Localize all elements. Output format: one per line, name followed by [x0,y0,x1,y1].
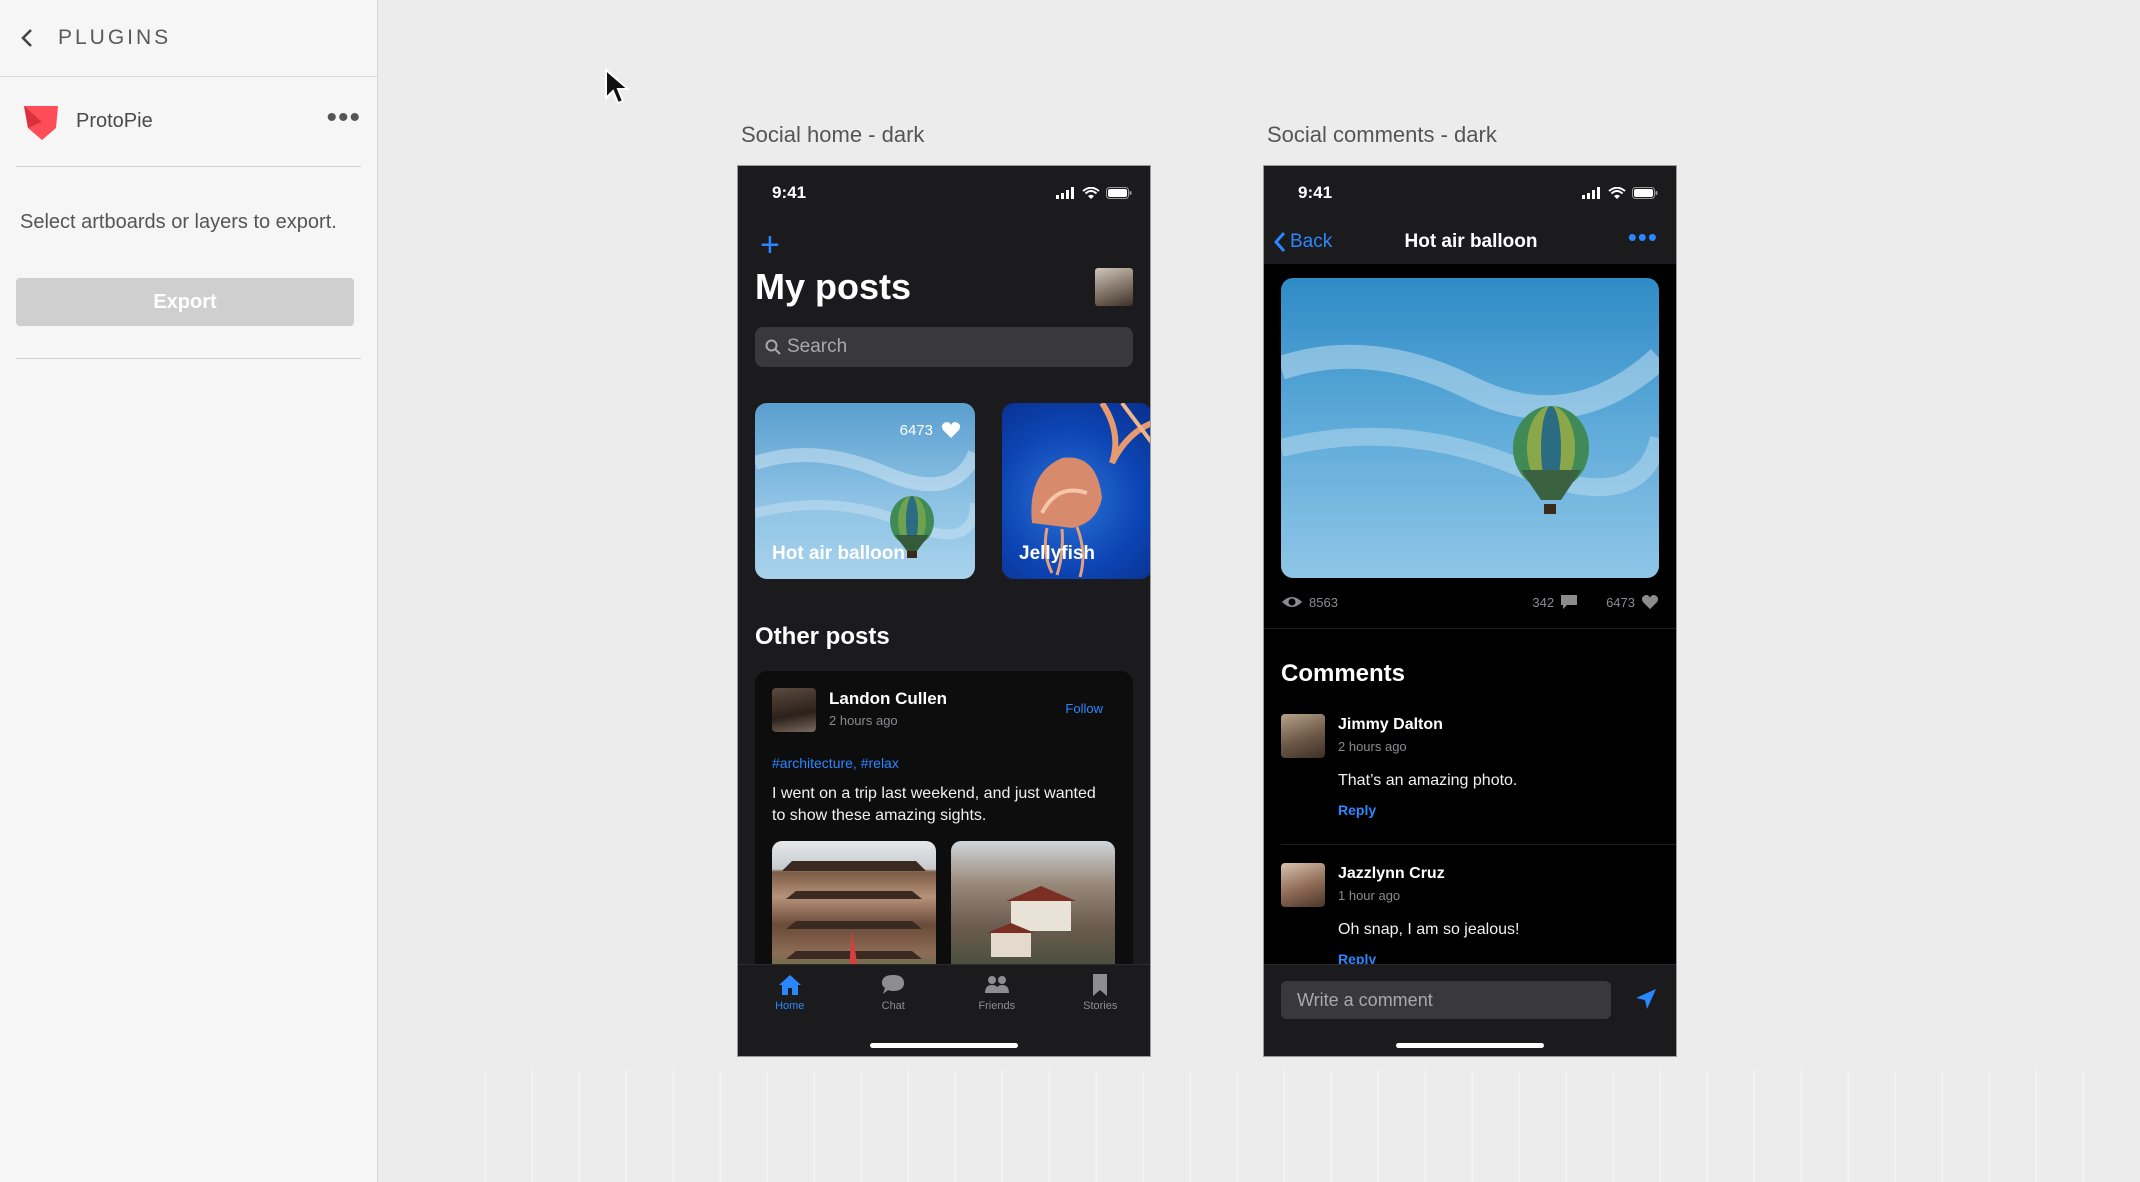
reply-button[interactable]: Reply [1338,802,1376,818]
post-image-monastery[interactable] [951,841,1115,981]
tab-label: Stories [1083,1000,1118,1012]
monastery-photo [987,886,1076,957]
comment-author[interactable]: Jazzlynn Cruz [1338,865,1445,883]
views-stat: 8563 [1281,595,1338,610]
home-indicator [870,1043,1018,1048]
tab-label: Friends [978,1000,1016,1012]
post-tags[interactable]: #architecture, #relax [772,755,899,771]
protopie-logo-icon [24,105,58,140]
search-icon [765,339,781,355]
status-bar: 9:41 [1264,166,1676,220]
status-icons [1056,186,1132,200]
comment-input[interactable] [1281,981,1611,1019]
heart-icon [1641,594,1659,610]
comment-bubble-icon [1561,595,1578,609]
card-title: Hot air balloon [772,543,905,564]
post-time: 2 hours ago [829,713,898,728]
navigation-bar: Back Hot air balloon ••• [1264,220,1676,264]
signal-icon [1582,187,1600,199]
more-options-icon[interactable]: ••• [1628,224,1658,252]
page-title: My posts [755,266,912,307]
post-card-jellyfish[interactable]: Jellyfish [1002,403,1150,579]
follow-button[interactable]: Follow [1065,701,1103,716]
search-placeholder: Search [787,336,848,357]
divider [1264,628,1676,629]
status-bar: 9:41 [738,166,1150,220]
tab-stories[interactable]: Stories [1049,973,1151,1056]
back-label: Back [1290,231,1333,252]
divider [1281,844,1676,845]
tab-label: Home [775,1000,805,1012]
home-indicator [1396,1043,1544,1048]
comment-text: That’s an amazing photo. [1338,772,1518,789]
card-likes: 6473 [900,421,961,439]
artboard-social-home[interactable]: 9:41 + My posts Search 6473 Hot air ball… [737,165,1151,1057]
panel-header: PLUGINS [0,0,377,77]
likes-stat[interactable]: 6473 [1606,594,1659,610]
status-time: 9:41 [772,183,807,202]
bookmark-icon [1093,974,1108,996]
more-options-icon[interactable]: ••• [326,102,361,132]
likes-count: 6473 [899,421,933,439]
comment-count: 342 [1532,594,1555,610]
views-count: 8563 [1309,594,1338,610]
status-icons [1582,186,1658,200]
artboard-label-comments[interactable]: Social comments - dark [1267,122,1497,148]
comment-author[interactable]: Jimmy Dalton [1338,716,1443,734]
section-title-other-posts: Other posts [755,623,890,650]
comment-time: 1 hour ago [1338,888,1401,903]
avatar[interactable] [1281,714,1325,758]
friends-icon [984,976,1009,993]
status-time: 9:41 [1298,183,1333,202]
panel-divider [16,358,361,359]
plugin-name: ProtoPie [76,110,153,132]
post-card-balloon[interactable]: 6473 Hot air balloon [755,403,975,579]
chevron-left-icon [1274,232,1286,252]
pagoda-photo [782,861,926,981]
post-image-pagoda[interactable] [772,841,936,981]
card-title: Jellyfish [1019,543,1096,564]
add-post-button[interactable]: + [760,228,780,262]
post-card[interactable]: Landon Cullen 2 hours ago Follow #archit… [755,671,1133,991]
profile-avatar[interactable] [1095,268,1133,306]
battery-icon [1106,187,1132,199]
wifi-icon [1082,186,1100,199]
back-button[interactable]: Back [1274,231,1332,253]
home-icon [778,975,801,995]
send-icon[interactable] [1634,987,1658,1011]
chat-icon [882,975,905,994]
signal-icon [1056,187,1074,199]
export-button[interactable]: Export [16,278,354,326]
panel-title: PLUGINS [58,26,172,49]
mouse-cursor-icon [605,68,631,105]
comment-time: 2 hours ago [1338,739,1407,754]
tab-home[interactable]: Home [738,973,842,1056]
artboard-label-home[interactable]: Social home - dark [741,122,924,148]
canvas-texture [440,1070,2120,1182]
back-arrow-icon[interactable] [16,27,38,49]
avatar[interactable] [1281,863,1325,907]
heart-icon[interactable] [941,421,961,439]
plugin-row: ProtoPie ••• [16,77,361,167]
post-author[interactable]: Landon Cullen [829,689,947,709]
wifi-icon [1608,186,1626,199]
comments-stat[interactable]: 342 [1532,594,1578,610]
search-bar[interactable]: Search [755,327,1133,367]
artboard-social-comments[interactable]: 9:41 Back Hot air balloon ••• 8563 342 6… [1263,165,1677,1057]
section-title-comments: Comments [1281,660,1406,687]
post-stats: 8563 342 6473 [1281,594,1659,610]
export-hint: Select artboards or layers to export. [20,211,337,233]
avatar[interactable] [772,688,816,732]
plugins-panel: PLUGINS ProtoPie ••• Select artboards or… [0,0,378,1182]
post-text: I went on a trip last weekend, and just … [772,785,1096,824]
hero-image[interactable] [1281,278,1659,578]
eye-icon [1282,597,1302,607]
battery-icon [1632,187,1658,199]
hot-air-balloon-photo [1281,344,1659,514]
comment-text: Oh snap, I am so jealous! [1338,921,1520,938]
likes-count: 6473 [1606,594,1635,610]
tab-label: Chat [881,1000,905,1012]
